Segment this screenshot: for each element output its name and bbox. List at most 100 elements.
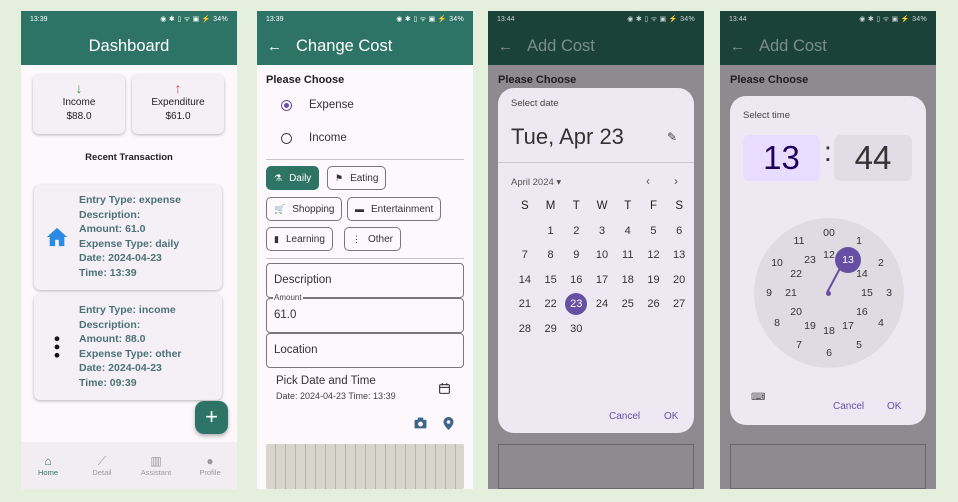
day-cell[interactable]: 28 <box>512 323 538 335</box>
calendar-icon[interactable] <box>438 382 451 395</box>
day-cell[interactable]: 26 <box>641 298 667 310</box>
arrow-down-icon: ↓ <box>75 80 83 96</box>
day-cell[interactable]: 4 <box>615 225 641 237</box>
more-vertical-icon <box>54 336 60 358</box>
cancel-button[interactable]: Cancel <box>609 411 640 422</box>
clock-number[interactable]: 15 <box>861 287 873 299</box>
nav-item-detail[interactable]: ⟋ Detail <box>75 442 129 489</box>
back-arrow-icon[interactable]: ← <box>498 38 513 55</box>
radio-income[interactable]: Income <box>281 132 461 144</box>
hour-field[interactable]: 13 <box>743 135 820 181</box>
nav-item-assistant[interactable]: ▥ Assistant <box>129 442 183 489</box>
clock-number[interactable]: 12 <box>823 249 835 261</box>
day-cell[interactable]: 10 <box>589 249 615 261</box>
category-chip-daily[interactable]: ⚗ Daily <box>266 166 320 190</box>
status-bar: 13:39 ◉ ✱ ▯ ᯤ ▣ ⚡ 34% <box>21 11 237 28</box>
add-transaction-button[interactable]: + <box>195 401 228 434</box>
day-cell[interactable]: 21 <box>512 298 538 310</box>
category-chip-shopping[interactable]: 🛒 Shopping <box>266 197 343 221</box>
clock-number[interactable]: 22 <box>790 268 802 280</box>
next-month-icon[interactable]: › <box>674 174 678 188</box>
day-cell[interactable]: 25 <box>615 298 641 310</box>
day-cell[interactable]: 30 <box>563 323 589 335</box>
day-cell[interactable]: 13 <box>666 249 692 261</box>
camera-icon[interactable] <box>414 417 427 429</box>
day-cell[interactable]: 20 <box>666 274 692 286</box>
keyboard-icon[interactable]: ⌨ <box>751 392 765 403</box>
clock-number[interactable]: 17 <box>842 320 854 332</box>
day-cell[interactable]: 23 <box>563 293 589 316</box>
day-cell[interactable]: 8 <box>538 249 564 261</box>
day-cell[interactable]: 27 <box>666 298 692 310</box>
day-cell[interactable]: 12 <box>641 249 667 261</box>
clock-number[interactable]: 3 <box>886 287 892 299</box>
location-placeholder: Location <box>274 344 318 356</box>
back-arrow-icon[interactable]: ← <box>267 38 282 55</box>
battery-level: 34% <box>680 16 695 23</box>
clock-number[interactable]: 8 <box>774 317 780 329</box>
clock-number[interactable]: 1 <box>856 235 862 247</box>
clock-number[interactable]: 5 <box>856 339 862 351</box>
ok-button[interactable]: OK <box>664 411 678 422</box>
day-cell[interactable]: 11 <box>615 249 641 261</box>
day-cell[interactable]: 17 <box>589 274 615 286</box>
day-cell[interactable]: 5 <box>641 225 667 237</box>
transaction-card[interactable]: Entry Type: income Description: Amount: … <box>34 295 222 400</box>
day-cell[interactable]: 19 <box>641 274 667 286</box>
clock-number[interactable]: 00 <box>823 227 835 239</box>
nav-item-home[interactable]: ⌂ Home <box>21 442 75 489</box>
minute-field[interactable]: 44 <box>834 135 912 181</box>
day-cell[interactable]: 16 <box>563 274 589 286</box>
clock-number[interactable]: 7 <box>796 339 802 351</box>
clock-number[interactable]: 18 <box>823 325 835 337</box>
location-pin-icon[interactable] <box>443 417 454 430</box>
day-cell[interactable]: 14 <box>512 274 538 286</box>
month-year-dropdown[interactable]: April 2024 ▾ <box>511 177 561 188</box>
ok-button[interactable]: OK <box>887 401 901 412</box>
back-arrow-icon[interactable]: ← <box>730 38 745 55</box>
location-field[interactable]: Location <box>266 333 464 368</box>
clock-number[interactable]: 16 <box>856 306 868 318</box>
transaction-card[interactable]: Entry Type: expense Description: Amount:… <box>34 185 222 290</box>
clock-number[interactable]: 23 <box>804 254 816 266</box>
day-cell[interactable]: 18 <box>615 274 641 286</box>
prev-month-icon[interactable]: ‹ <box>646 174 650 188</box>
day-cell[interactable]: 3 <box>589 225 615 237</box>
clock-number[interactable]: 11 <box>794 235 805 247</box>
clock-number[interactable]: 19 <box>804 320 816 332</box>
chip-label: Other <box>368 233 394 245</box>
day-cell[interactable]: 9 <box>563 249 589 261</box>
day-cell[interactable]: 6 <box>666 225 692 237</box>
status-time: 13:44 <box>497 16 515 23</box>
day-cell[interactable]: 2 <box>563 225 589 237</box>
day-cell[interactable]: 7 <box>512 249 538 261</box>
clock-number[interactable]: 20 <box>790 306 802 318</box>
category-chip-entertainment[interactable]: ▬ Entertainment <box>347 197 442 221</box>
dialog-header: Select time <box>743 110 790 121</box>
clock-number[interactable]: 14 <box>856 268 868 280</box>
day-cell[interactable]: 22 <box>538 298 564 310</box>
day-cell[interactable]: 24 <box>589 298 615 310</box>
edit-pencil-icon[interactable]: ✎ <box>667 130 677 144</box>
day-cell[interactable]: 1 <box>538 225 564 237</box>
clock-number[interactable]: 6 <box>826 347 832 359</box>
clock-number[interactable]: 10 <box>771 257 783 269</box>
clock-dial[interactable]: 00 1 2 3 4 5 6 7 8 9 10 11 12 13 14 15 16 17 18 19 20 21 22 23 <box>754 218 904 368</box>
category-chip-other[interactable]: ⋮ Other <box>344 227 402 251</box>
arrow-up-icon: ↑ <box>174 80 182 96</box>
clock-number[interactable]: 4 <box>878 317 884 329</box>
clock-number[interactable]: 2 <box>878 257 884 269</box>
clock-number[interactable]: 9 <box>766 287 772 299</box>
nav-item-profile[interactable]: ● Profile <box>183 442 237 489</box>
income-card[interactable]: ↓ Income $88.0 <box>33 75 125 134</box>
transaction-amount: Amount: 61.0 <box>79 223 146 236</box>
radio-expense[interactable]: Expense <box>281 99 461 111</box>
amount-field[interactable]: Amount 61.0 <box>266 293 464 333</box>
day-cell[interactable]: 29 <box>538 323 564 335</box>
category-chip-eating[interactable]: ⚑ Eating <box>327 166 387 190</box>
expenditure-card[interactable]: ↑ Expenditure $61.0 <box>132 75 224 134</box>
clock-number[interactable]: 21 <box>785 287 797 299</box>
category-chip-learning[interactable]: ▮ Learning <box>266 227 333 251</box>
day-cell[interactable]: 15 <box>538 274 564 286</box>
cancel-button[interactable]: Cancel <box>833 401 864 412</box>
